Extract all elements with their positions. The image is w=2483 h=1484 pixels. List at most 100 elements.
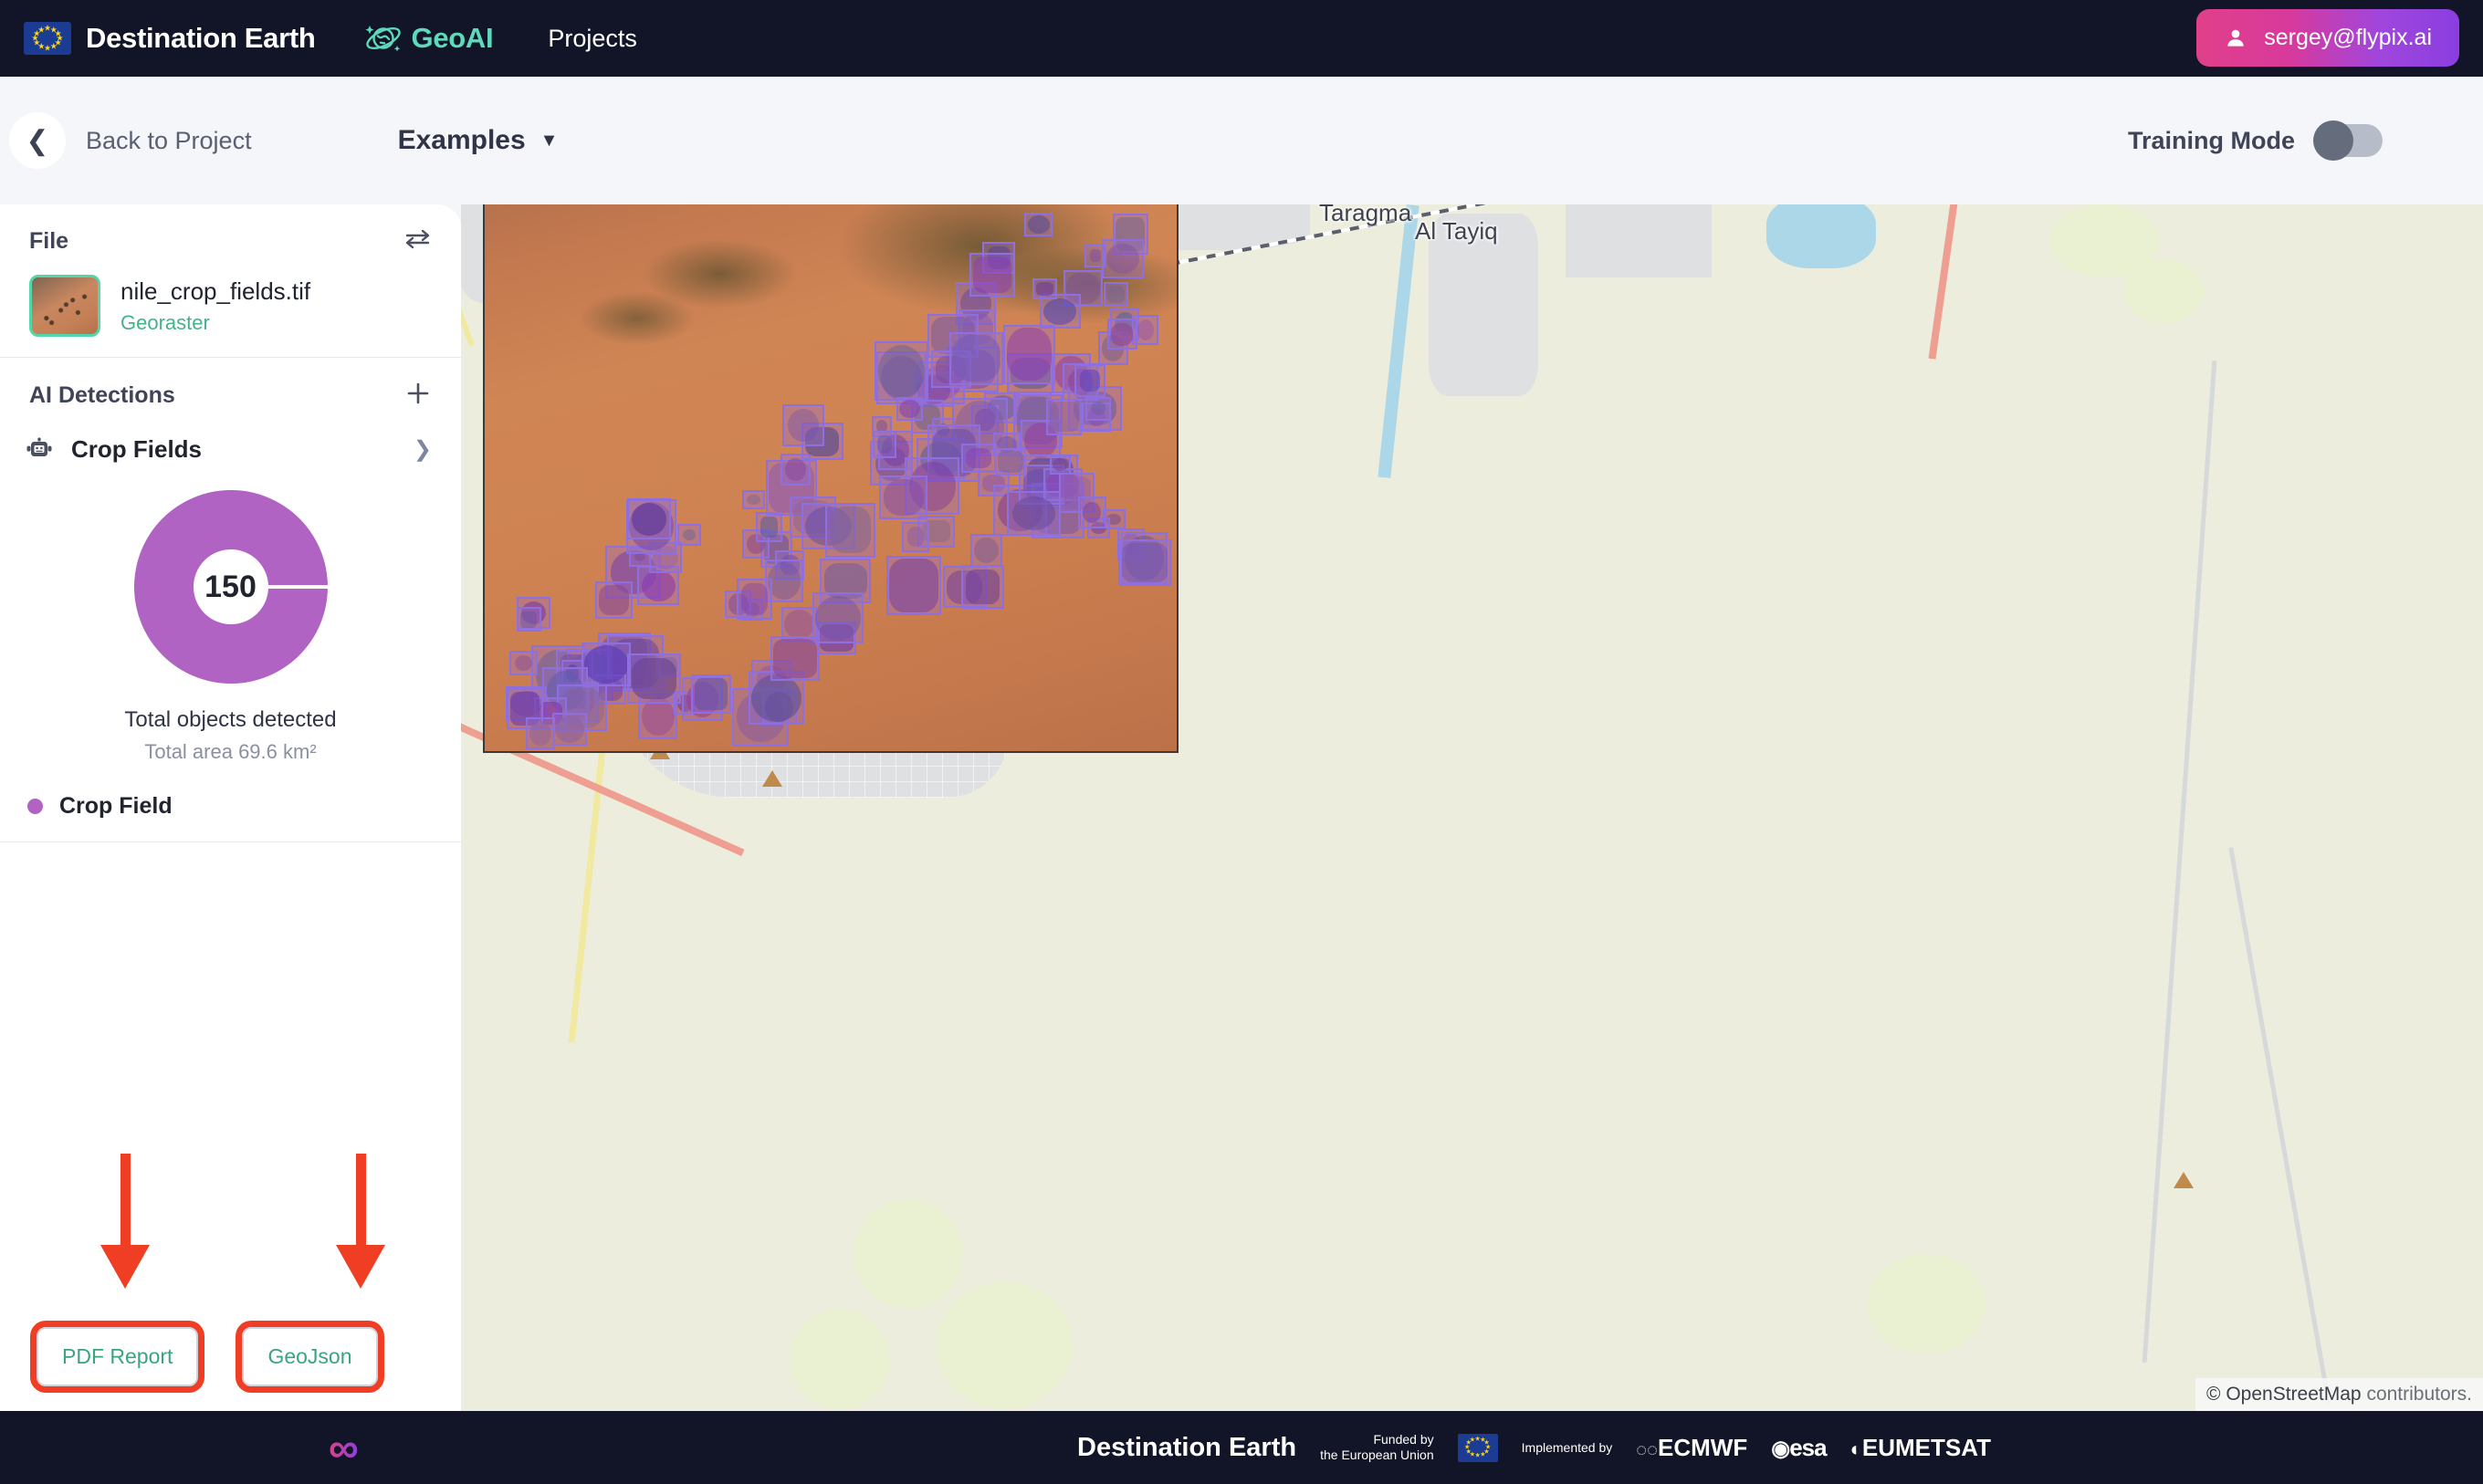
detection-mask <box>741 583 768 615</box>
training-mode-control[interactable]: Training Mode <box>2128 120 2383 161</box>
detection-bbox[interactable] <box>690 674 731 715</box>
detection-bbox[interactable] <box>902 521 929 553</box>
detection-bbox[interactable] <box>995 447 1026 476</box>
detection-bbox[interactable] <box>1117 539 1171 587</box>
detection-bbox[interactable] <box>626 653 681 705</box>
detection-bbox[interactable] <box>1085 396 1111 421</box>
detection-mask <box>906 527 925 548</box>
detections-section-header: AI Detections <box>0 358 461 434</box>
detection-bbox[interactable] <box>1106 319 1137 350</box>
detection-mask <box>829 507 872 554</box>
detection-bbox[interactable] <box>736 578 772 621</box>
detection-bbox[interactable] <box>1046 398 1083 435</box>
detection-mask <box>682 528 697 541</box>
map-canvas[interactable]: ✈ TaragmaAl Tayiqشنديشندي © OpenStreetMa… <box>461 204 2483 1411</box>
detection-mask <box>631 502 667 536</box>
detection-mask <box>1110 322 1134 346</box>
detection-bbox[interactable] <box>525 717 556 750</box>
detection-bbox[interactable] <box>1039 294 1081 329</box>
export-buttons-row: PDF Report GeoJson <box>0 1301 461 1411</box>
back-to-project-label[interactable]: Back to Project <box>86 127 252 155</box>
toggle-knob <box>2313 120 2353 161</box>
detection-bbox[interactable] <box>873 431 897 458</box>
detections-donut-chart: 150 Total objects detected Total area 69… <box>0 465 461 773</box>
detection-bbox[interactable] <box>879 475 928 520</box>
detection-bbox[interactable] <box>517 607 541 632</box>
project-selector-dropdown[interactable]: Examples ▼ <box>398 125 559 156</box>
detection-bbox[interactable] <box>741 489 765 510</box>
detection-bbox[interactable] <box>969 253 1015 297</box>
detection-bbox[interactable] <box>1103 281 1128 307</box>
detection-bbox[interactable] <box>782 403 824 447</box>
detection-bbox[interactable] <box>581 642 632 687</box>
detection-mask <box>952 335 1001 382</box>
back-to-project-button[interactable]: ❮ <box>9 112 66 169</box>
vegetation-patch <box>2122 259 2205 323</box>
detection-bbox[interactable] <box>825 503 875 558</box>
detection-bbox[interactable] <box>1003 324 1056 384</box>
vegetation-patch <box>854 1199 963 1309</box>
detection-bbox[interactable] <box>1102 238 1144 279</box>
detection-bbox[interactable] <box>885 555 942 615</box>
geoai-logo[interactable]: GeoAI <box>363 18 494 58</box>
file-section-title: File <box>29 228 69 254</box>
urban-area <box>1566 204 1712 277</box>
detection-bbox[interactable] <box>770 635 820 681</box>
training-mode-toggle[interactable] <box>2313 120 2383 161</box>
detection-mask <box>1106 243 1140 275</box>
geojson-button[interactable]: GeoJson <box>242 1326 378 1386</box>
detection-mask <box>876 435 893 455</box>
donut-center-value: 150 <box>193 549 268 624</box>
road-highway <box>1928 204 1959 360</box>
detection-mask <box>514 655 533 671</box>
detection-mask <box>972 256 1011 293</box>
detection-bbox[interactable] <box>949 332 1004 385</box>
detection-mask <box>899 399 920 418</box>
detection-group-crop-fields[interactable]: Crop Fields ❯ <box>0 434 461 465</box>
footer-destination-earth: Destination Earth <box>1077 1432 1297 1462</box>
detection-bbox[interactable] <box>960 564 1005 610</box>
legend-item-crop-field[interactable]: Crop Field <box>0 773 461 841</box>
detection-bbox[interactable] <box>1084 244 1106 267</box>
legend-label: Crop Field <box>59 793 173 819</box>
detection-bbox[interactable] <box>627 498 671 540</box>
detection-mask <box>631 658 677 700</box>
swap-arrows-icon[interactable] <box>404 228 432 255</box>
pdf-report-button[interactable]: PDF Report <box>37 1326 199 1386</box>
vegetation-patch <box>936 1281 1073 1409</box>
caret-down-icon: ▼ <box>540 130 559 151</box>
map-attribution[interactable]: © OpenStreetMap contributors. <box>2195 1378 2483 1411</box>
georaster-overlay[interactable] <box>483 204 1179 753</box>
detection-mask <box>599 585 630 616</box>
detection-bbox[interactable] <box>1077 496 1107 528</box>
detection-bbox[interactable] <box>755 512 783 543</box>
detection-bbox[interactable] <box>960 443 996 474</box>
detection-bbox[interactable] <box>1024 212 1053 237</box>
detection-bbox[interactable] <box>812 592 864 644</box>
detection-bbox[interactable] <box>595 581 634 620</box>
detection-bbox[interactable] <box>1049 455 1072 475</box>
sidebar-divider-2 <box>0 841 461 842</box>
detection-mask <box>641 570 676 601</box>
detection-bbox[interactable] <box>509 650 538 676</box>
detection-mask <box>965 447 991 468</box>
detection-mask <box>750 674 802 722</box>
user-account-button[interactable]: sergey@flypix.ai <box>2196 9 2459 67</box>
plus-icon[interactable] <box>404 380 432 412</box>
left-sidebar: File nile_crop_fields.tif Georaster AI D… <box>0 204 461 1411</box>
detection-mask <box>555 716 584 743</box>
peak-marker <box>2174 1172 2194 1188</box>
detection-bbox[interactable] <box>896 396 924 422</box>
file-list-item[interactable]: nile_crop_fields.tif Georaster <box>29 275 432 337</box>
detection-bbox[interactable] <box>969 534 1002 567</box>
detection-bbox[interactable] <box>1032 278 1057 300</box>
chevron-down-icon[interactable]: ❯ <box>414 436 432 463</box>
detection-bbox[interactable] <box>1074 363 1105 397</box>
file-name-label: nile_crop_fields.tif <box>120 277 311 305</box>
detection-bbox[interactable] <box>676 523 702 547</box>
detection-bbox[interactable] <box>1007 491 1062 536</box>
detection-bbox[interactable] <box>875 341 928 402</box>
detection-mask <box>1083 502 1102 523</box>
detection-bbox[interactable] <box>552 713 588 747</box>
nav-item-projects[interactable]: Projects <box>548 25 637 53</box>
